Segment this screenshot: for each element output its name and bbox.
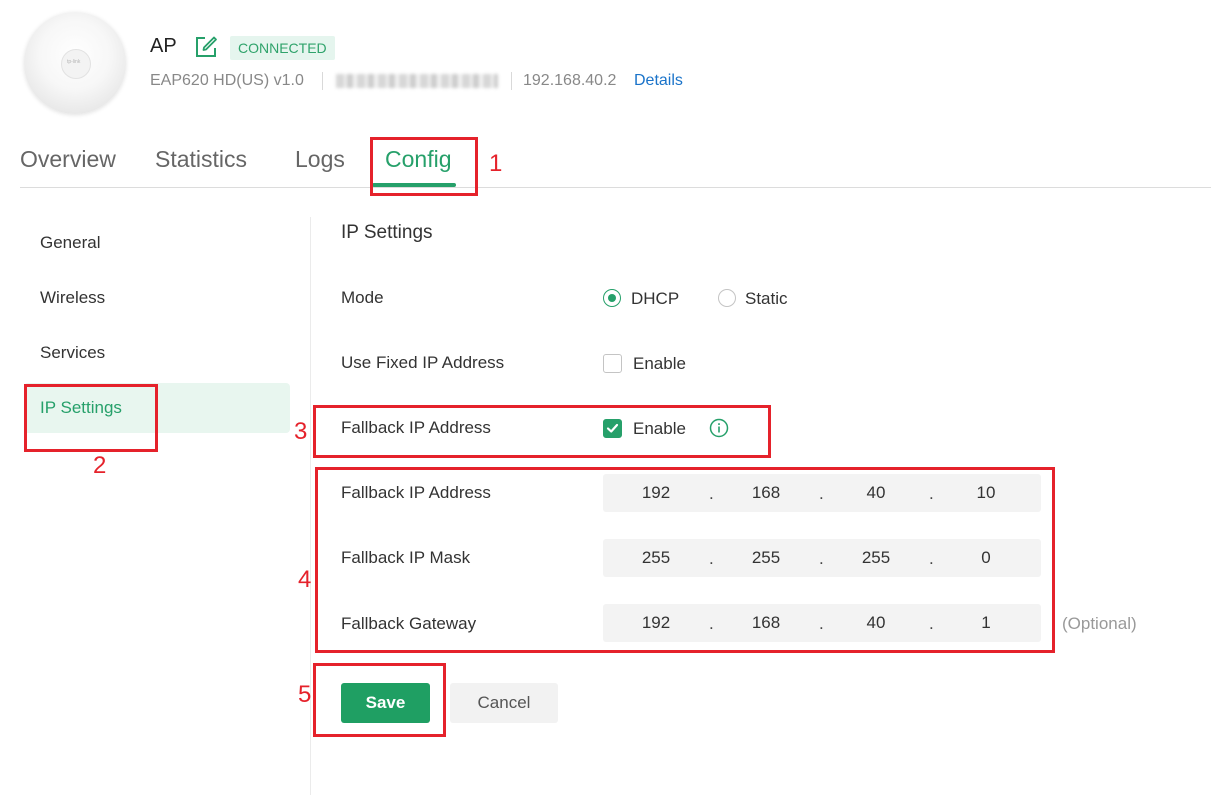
mode-static-radio[interactable] xyxy=(718,289,736,307)
divider xyxy=(322,72,323,90)
details-link[interactable]: Details xyxy=(634,72,683,90)
device-logo: tp-link xyxy=(67,59,81,65)
status-badge: CONNECTED xyxy=(230,36,335,60)
annotation-label: 2 xyxy=(93,452,107,479)
mode-dhcp-radio[interactable] xyxy=(603,289,621,307)
fixed-ip-label: Use Fixed IP Address xyxy=(341,353,505,372)
mac-address-redacted xyxy=(336,74,498,88)
annotation-box-save xyxy=(313,663,446,737)
annotation-label: 5 xyxy=(298,681,312,708)
annotation-label: 4 xyxy=(298,566,312,593)
mode-static-label[interactable]: Static xyxy=(745,289,788,309)
fixed-ip-enable-label[interactable]: Enable xyxy=(633,354,686,374)
annotation-label: 3 xyxy=(294,418,308,445)
mode-label: Mode xyxy=(341,288,384,307)
device-image: tp-link xyxy=(24,12,126,114)
annotation-box-fallback-fields xyxy=(315,467,1055,653)
tab-logs[interactable]: Logs xyxy=(295,146,345,173)
annotation-box-fallback-enable xyxy=(313,405,771,458)
edit-icon[interactable] xyxy=(194,35,218,59)
tab-statistics[interactable]: Statistics xyxy=(155,146,247,173)
device-name: AP xyxy=(150,35,177,57)
annotation-box-config-tab xyxy=(370,137,478,196)
sidebar-item-services[interactable]: Services xyxy=(40,343,105,363)
sidebar-item-wireless[interactable]: Wireless xyxy=(40,288,105,308)
sidebar-item-general[interactable]: General xyxy=(40,233,100,253)
annotation-label: 1 xyxy=(489,150,503,177)
section-title: IP Settings xyxy=(341,222,433,243)
tabs-divider xyxy=(20,187,1211,188)
device-ip: 192.168.40.2 xyxy=(523,72,617,89)
mode-dhcp-label[interactable]: DHCP xyxy=(631,289,679,309)
divider xyxy=(511,72,512,90)
cancel-button[interactable]: Cancel xyxy=(450,683,558,723)
tab-overview[interactable]: Overview xyxy=(20,146,116,173)
optional-hint: (Optional) xyxy=(1062,614,1137,633)
device-model: EAP620 HD(US) v1.0 xyxy=(150,72,304,89)
annotation-box-ip-settings xyxy=(24,384,158,452)
fixed-ip-checkbox[interactable] xyxy=(603,354,622,373)
